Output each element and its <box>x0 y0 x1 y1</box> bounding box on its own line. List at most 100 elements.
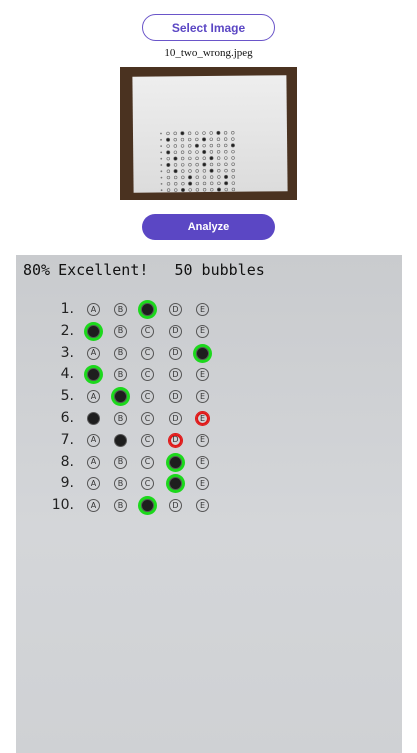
thumbnail-bubble <box>195 137 199 142</box>
answer-bubble-c: C <box>141 346 154 360</box>
thumbnail-bubble <box>231 181 236 185</box>
thumbnail-bubble <box>181 175 185 180</box>
thumbnail-number-mark <box>160 145 163 148</box>
answer-bubble-d: D <box>169 346 182 360</box>
question-row: 7. ABC DE <box>16 432 316 452</box>
thumbnail-bubble <box>209 168 214 173</box>
analyze-button[interactable]: Analyze <box>142 214 275 240</box>
question-number: 9. <box>60 475 74 492</box>
thumbnail-bubble <box>173 169 178 174</box>
answer-bubble-a: A <box>87 477 100 491</box>
answer-bubble-b: B <box>114 477 127 491</box>
question-number: 8. <box>60 453 74 470</box>
thumbnail-bubble <box>174 182 178 186</box>
thumbnail-bubble <box>224 143 228 148</box>
thumbnail-bubble <box>194 143 199 148</box>
result-header: 80% Excellent! 50 bubbles <box>23 261 273 279</box>
thumbnail-number-mark <box>160 189 163 192</box>
thumbnail-bubble <box>209 137 213 141</box>
thumbnail-bubble <box>224 168 228 173</box>
thumbnail-bubble <box>195 162 199 167</box>
answer-bubble-e: E <box>196 477 209 491</box>
answer-bubble-e: E <box>196 433 209 447</box>
thumbnail-bubble <box>166 162 171 167</box>
answer-bubble-c: C <box>141 499 154 513</box>
thumbnail-bubble <box>231 131 235 135</box>
thumbnail-bubble-grid <box>160 130 236 192</box>
thumbnail-bubble <box>173 131 177 136</box>
answer-bubble-b: B <box>114 346 127 360</box>
thumbnail-bubble <box>202 162 207 167</box>
thumbnail-bubble <box>209 156 214 161</box>
answer-bubble-e: E <box>196 455 209 469</box>
thumbnail-bubble <box>166 137 171 142</box>
thumbnail-bubble <box>202 131 206 135</box>
answer-bubble-d: D <box>169 477 182 491</box>
question-number: 2. <box>60 322 74 339</box>
answer-bubble-b: B <box>114 412 127 425</box>
thumbnail-bubble <box>216 187 221 192</box>
answer-bubble-e: E <box>196 324 209 338</box>
thumbnail-bubble <box>202 149 207 154</box>
thumbnail-bubble <box>166 144 170 148</box>
thumbnail-bubble <box>224 156 228 160</box>
thumbnail-bubble <box>180 137 185 142</box>
question-number: 5. <box>60 388 74 405</box>
answer-bubble-b: B <box>114 303 127 316</box>
thumbnail-paper <box>132 75 288 193</box>
thumbnail-bubble <box>166 150 171 155</box>
answer-bubble-c: C <box>141 477 154 491</box>
thumbnail-bubble <box>166 156 170 161</box>
select-image-button[interactable]: Select Image <box>142 14 275 41</box>
selected-filename: 10_two_wrong.jpeg <box>164 47 253 59</box>
answer-bubble-b: B <box>114 499 127 513</box>
answer-bubble-e: E <box>196 368 209 382</box>
thumbnail-bubble <box>187 137 192 142</box>
thumbnail-bubble <box>202 156 206 160</box>
thumbnail-bubble <box>181 169 185 173</box>
thumbnail-bubble <box>217 175 221 179</box>
answer-bubble-b: B <box>114 324 127 338</box>
thumbnail-bubble <box>180 144 185 148</box>
answer-bubble-a: A <box>87 499 100 513</box>
answer-bubble-b: B <box>114 368 127 382</box>
answer-bubble-d: D <box>169 499 182 513</box>
question-row: 10. ABC DE <box>16 497 316 517</box>
thumbnail-bubble <box>166 131 170 136</box>
answer-bubble-b: B <box>114 455 127 469</box>
thumbnail-bubble <box>195 181 200 186</box>
thumbnail-bubble <box>173 163 178 167</box>
answer-bubble-d: D <box>169 433 182 447</box>
thumbnail-bubble <box>216 143 221 148</box>
thumbnail-number-mark <box>160 164 163 166</box>
analyzed-sheet-image: 80%Excellent! 50 bubbles 1.ABCDE2.ABCDE3… <box>16 255 402 753</box>
thumbnail-bubble <box>181 163 185 167</box>
thumbnail-bubble <box>231 187 236 192</box>
thumbnail-bubble <box>224 181 229 186</box>
thumbnail-bubble <box>173 150 178 154</box>
answer-bubble-c: C <box>141 303 154 316</box>
thumbnail-bubble <box>217 162 221 167</box>
thumbnail-bubble <box>173 156 178 161</box>
thumbnail-number-mark <box>160 157 163 160</box>
thumbnail-bubble <box>188 163 192 167</box>
thumbnail-bubble <box>202 188 207 192</box>
thumbnail-number-mark <box>160 176 163 179</box>
thumbnail-bubble <box>230 143 235 148</box>
thumbnail-bubble <box>166 182 171 186</box>
answer-bubble-c: C <box>141 324 154 338</box>
answer-bubble-a: A <box>87 412 100 425</box>
thumbnail-bubble <box>224 162 228 167</box>
answer-bubble-e: E <box>196 499 209 513</box>
thumbnail-bubble <box>195 131 199 135</box>
thumbnail-bubble <box>180 131 185 136</box>
thumbnail-bubble <box>174 188 178 192</box>
answer-bubble-d: D <box>169 455 182 469</box>
answer-bubble-d: D <box>169 390 182 404</box>
thumbnail-bubble <box>231 162 235 166</box>
question-number: 6. <box>60 410 74 426</box>
thumbnail-bubble <box>231 137 235 141</box>
thumbnail-number-mark <box>160 138 162 141</box>
thumbnail-bubble <box>181 181 185 186</box>
question-row: 9. ABC DE <box>16 475 316 495</box>
